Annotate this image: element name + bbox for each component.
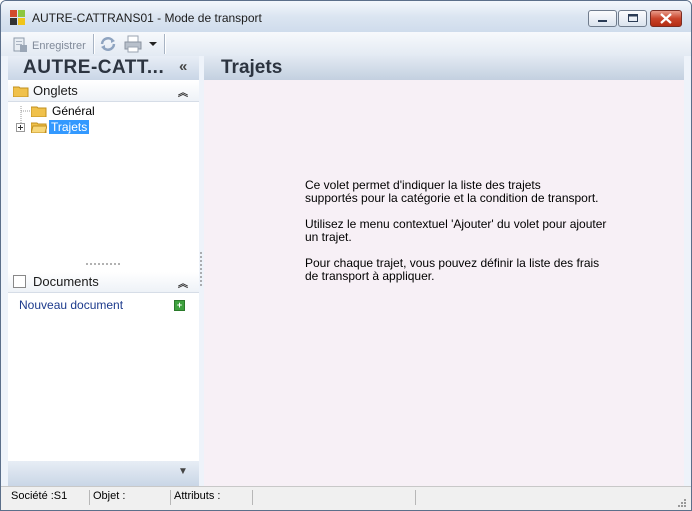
- panel-footer: ▼: [8, 461, 199, 486]
- document-icon: [13, 275, 26, 288]
- chevron-up-icon[interactable]: ︽: [178, 275, 188, 290]
- tabs-section-title: Onglets: [33, 83, 78, 98]
- print-button[interactable]: [123, 35, 143, 53]
- folder-icon: [31, 106, 47, 117]
- close-button[interactable]: [650, 10, 682, 27]
- minimize-icon: [598, 20, 607, 22]
- minimize-button[interactable]: [588, 10, 617, 27]
- help-line: un trajet.: [305, 230, 352, 244]
- title-bar[interactable]: AUTRE-CATTRANS01 - Mode de transport: [1, 1, 691, 32]
- record-title: AUTRE-CATT...: [23, 57, 165, 78]
- splitter-grip[interactable]: [86, 262, 122, 266]
- status-empty: [253, 490, 416, 505]
- refresh-button[interactable]: [99, 35, 119, 53]
- status-attributes: Attributs :: [171, 490, 253, 505]
- refresh-icon: [100, 37, 116, 51]
- help-paragraph: Pour chaque trajet, vous pouvez définir …: [305, 257, 599, 283]
- plus-icon[interactable]: +: [174, 300, 185, 311]
- app-icon: [10, 10, 26, 26]
- tabs-section-header[interactable]: Onglets ︽: [8, 81, 199, 102]
- tree-item-label: Trajets: [49, 120, 90, 134]
- resize-grip-icon[interactable]: [677, 498, 687, 508]
- chevron-down-icon[interactable]: ▼: [178, 466, 188, 477]
- toolbar-separator: [93, 34, 95, 54]
- content-header: Trajets: [204, 56, 684, 80]
- save-label: Enregistrer: [32, 40, 86, 52]
- documents-section-title: Documents: [33, 274, 99, 289]
- tree-item-label: Général: [52, 104, 95, 118]
- maximize-button[interactable]: [618, 10, 647, 27]
- close-icon: [660, 13, 672, 24]
- collapse-panel-button[interactable]: «: [179, 58, 187, 75]
- toolbar: Enregistrer: [1, 32, 691, 56]
- navigation-panel-header: AUTRE-CATT... «: [8, 56, 199, 80]
- navigation-panel: AUTRE-CATT... « Onglets ︽ Général Trajet…: [8, 56, 202, 486]
- chevron-up-icon[interactable]: ︽: [178, 84, 188, 99]
- window-title: AUTRE-CATTRANS01 - Mode de transport: [32, 11, 262, 25]
- new-document-link[interactable]: Nouveau document: [19, 298, 123, 312]
- folder-open-icon: [31, 122, 47, 133]
- app-window: AUTRE-CATTRANS01 - Mode de transport Enr…: [0, 0, 692, 511]
- restore-icon: [628, 14, 638, 22]
- help-paragraph: Ce volet permet d'indiquer la liste des …: [305, 179, 599, 205]
- help-paragraph: Utilisez le menu contextuel 'Ajouter' du…: [305, 218, 606, 244]
- documents-section-header[interactable]: Documents ︽: [8, 272, 199, 293]
- content-title: Trajets: [221, 57, 283, 78]
- print-icon: [124, 35, 142, 53]
- toolbar-separator: [164, 34, 166, 54]
- splitter-vertical[interactable]: [200, 252, 202, 288]
- folder-icon: [13, 86, 29, 97]
- expand-icon[interactable]: [16, 123, 25, 132]
- save-icon: [13, 37, 27, 52]
- save-button[interactable]: Enregistrer: [11, 35, 87, 53]
- print-dropdown-button[interactable]: [147, 35, 159, 53]
- content-panel: Trajets Ce volet permet d'indiquer la li…: [204, 56, 684, 486]
- status-bar: Société :S1 Objet : Attributs :: [1, 486, 691, 510]
- dropdown-icon: [149, 42, 157, 46]
- status-company: Société :S1: [8, 490, 90, 505]
- status-object: Objet :: [90, 490, 171, 505]
- help-line: supportés pour la catégorie et la condit…: [305, 191, 599, 205]
- help-line: de transport à appliquer.: [305, 269, 435, 283]
